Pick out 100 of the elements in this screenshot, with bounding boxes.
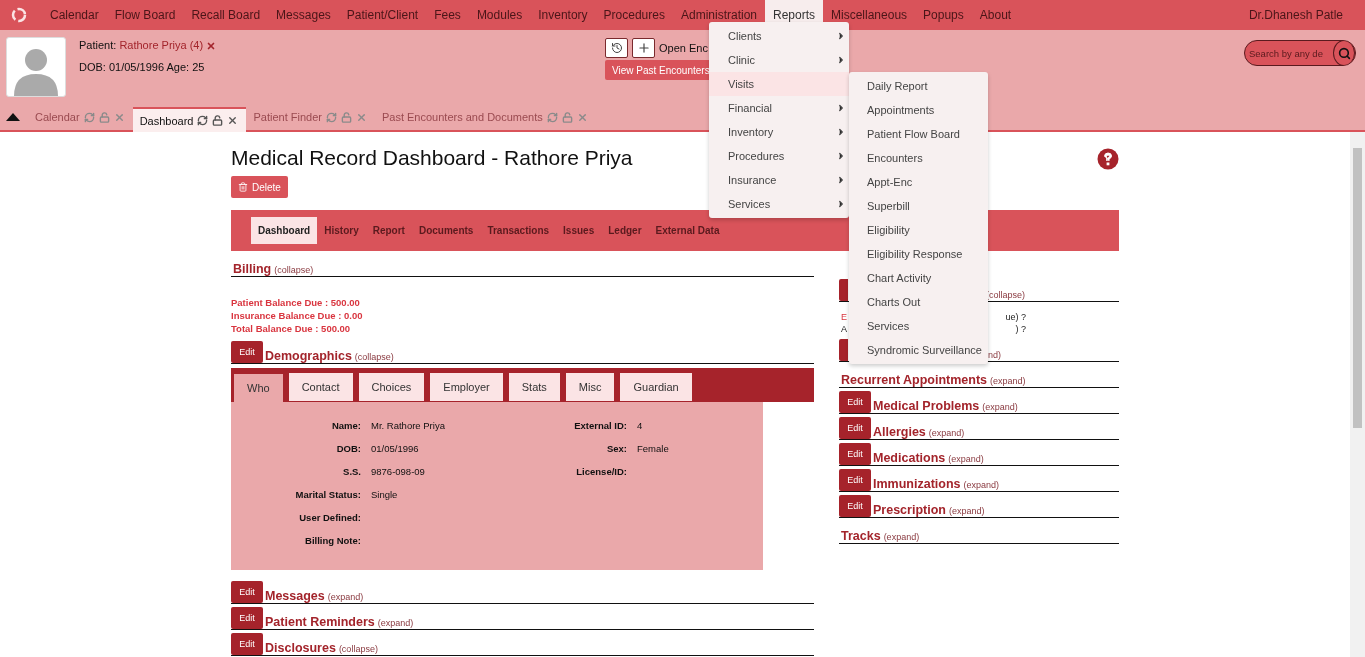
field-label: Sex: [605,443,627,456]
submenu-arrow-icon [836,55,846,65]
refresh-icon[interactable] [197,115,209,126]
menu-option[interactable]: Appt-Enc [849,170,988,194]
edit-button[interactable]: Edit [231,633,263,655]
toggle-link[interactable]: (collapse) [986,290,1025,300]
patient-name: Patient: Rathore Priya (4) [79,39,217,52]
menu-option[interactable]: Services [849,314,988,338]
add-button[interactable] [632,38,655,58]
demographics-tab[interactable]: Stats [508,373,560,401]
nav-tab[interactable]: Dashboard [251,217,318,244]
demographics-tab[interactable]: Guardian [620,373,692,401]
close-icon[interactable] [206,41,217,52]
toggle-link[interactable]: (collapse) [338,644,378,654]
submenu-arrow-icon [836,127,846,137]
menu-item[interactable]: Recall Board [183,0,269,30]
edit-button[interactable]: Edit [839,495,871,517]
toggle-link[interactable]: (expand) [982,402,1018,412]
toggle-link[interactable]: (expand) [990,376,1026,386]
toggle-link[interactable]: (collapse) [354,352,394,362]
edit-button[interactable]: Edit [231,341,263,363]
history-icon [610,42,623,54]
menu-option[interactable]: Patient Flow Board [849,122,988,146]
menu-item[interactable]: Flow Board [106,0,184,30]
patient-dob: DOB: 01/05/1996 Age: 25 [79,61,206,74]
logo-icon [10,6,28,24]
toggle-link[interactable]: (expand) [883,532,920,542]
demographics-tab[interactable]: Misc [565,373,615,401]
section-title: Billing [233,262,272,276]
close-icon[interactable] [227,115,239,126]
balance-text: Total Balance Due : 500.00 [231,323,352,334]
help-icon[interactable] [1097,148,1119,170]
demographics-tab[interactable]: Who [234,374,283,402]
edit-button[interactable]: Edit [839,417,871,439]
toggle-link[interactable]: (expand) [327,592,364,602]
section-title: Medications [873,451,946,465]
menu-option[interactable]: Financial [709,96,849,120]
submenu-arrow-icon [836,175,846,185]
submenu-arrow-icon [836,31,846,41]
menu-item[interactable]: Inventory [530,0,596,30]
page-title: Medical Record Dashboard - Rathore Priya [231,146,633,170]
menu-option[interactable]: Procedures [709,144,849,168]
caret-icon[interactable] [6,113,20,121]
edit-button[interactable]: Edit [839,469,871,491]
menu-option[interactable]: Insurance [709,168,849,192]
menu-item[interactable]: Popups [915,0,972,30]
edit-button[interactable]: Edit [839,391,871,413]
section-title: Tracks [841,529,881,543]
tab[interactable]: Dashboard [132,107,247,132]
menu-option[interactable]: Charts Out [849,290,988,314]
demographics-tab[interactable]: Employer [430,373,503,401]
search-field[interactable]: Search by any de [1244,40,1356,66]
menu-option[interactable]: Inventory [709,120,849,144]
menu-option[interactable]: Encounters [849,146,988,170]
toggle-link[interactable]: (expand) [377,618,414,628]
text-fragment: ue) ? [1005,312,1026,322]
search-icon [1337,46,1351,60]
toggle-link[interactable]: (expand) [928,428,965,438]
section-title: Allergies [873,425,926,439]
section-title: Patient Reminders [265,615,375,629]
toggle-link[interactable]: (expand) [963,480,1000,490]
search-button[interactable] [1333,41,1355,65]
lock-icon[interactable] [212,115,224,126]
menu-item[interactable]: Patient/Client [338,0,427,30]
user-name[interactable]: Dr.Dhanesh Patle [1248,8,1343,22]
menu-item[interactable]: Modules [468,0,531,30]
menu-option[interactable]: Syndromic Surveillance [849,338,988,362]
toggle-link[interactable]: (expand) [948,506,985,516]
section-title: Recurrent Appointments [841,373,988,387]
menu-item[interactable]: Fees [426,0,469,30]
search-input[interactable]: Search by any de [1245,46,1333,60]
collapse-link[interactable]: (collapse) [274,265,314,275]
menu-option[interactable]: Visits [709,72,849,96]
scrollbar[interactable] [1350,132,1365,657]
section-title: Messages [265,589,325,603]
open-encounter-label[interactable]: Open Enc [659,42,708,54]
submenu-arrow-icon [836,151,846,161]
toggle-link[interactable]: (expand) [948,454,984,464]
demographics-tab[interactable]: Choices [358,373,425,401]
menu-item[interactable]: Messages [268,0,339,30]
menu-item[interactable]: About [971,0,1020,30]
demographics-tab[interactable]: Contact [288,373,353,401]
history-button[interactable] [605,38,628,58]
menu-item[interactable]: Procedures [595,0,673,30]
menu-option[interactable]: Chart Activity [849,266,988,290]
menu-option[interactable]: Services [709,192,849,216]
edit-button[interactable]: Edit [839,443,871,465]
toggle-link[interactable]: nd) [988,350,1001,360]
balance-text: Patient Balance Due : 500.00 [231,297,361,308]
menu-item[interactable]: Calendar [42,0,107,30]
menu-option[interactable]: Eligibility Response [849,242,988,266]
edit-button[interactable]: Edit [231,607,263,629]
text-fragment: ) ? [1015,324,1026,334]
menu-option[interactable]: Daily Report [849,74,988,98]
menu-option[interactable]: Eligibility [849,218,988,242]
menu-option[interactable]: Superbill [849,194,988,218]
edit-button[interactable]: Edit [231,581,263,603]
menu-option[interactable]: Appointments [849,98,988,122]
field-value: 9876-098-09 [371,466,426,479]
delete-button[interactable]: Delete [231,176,288,198]
